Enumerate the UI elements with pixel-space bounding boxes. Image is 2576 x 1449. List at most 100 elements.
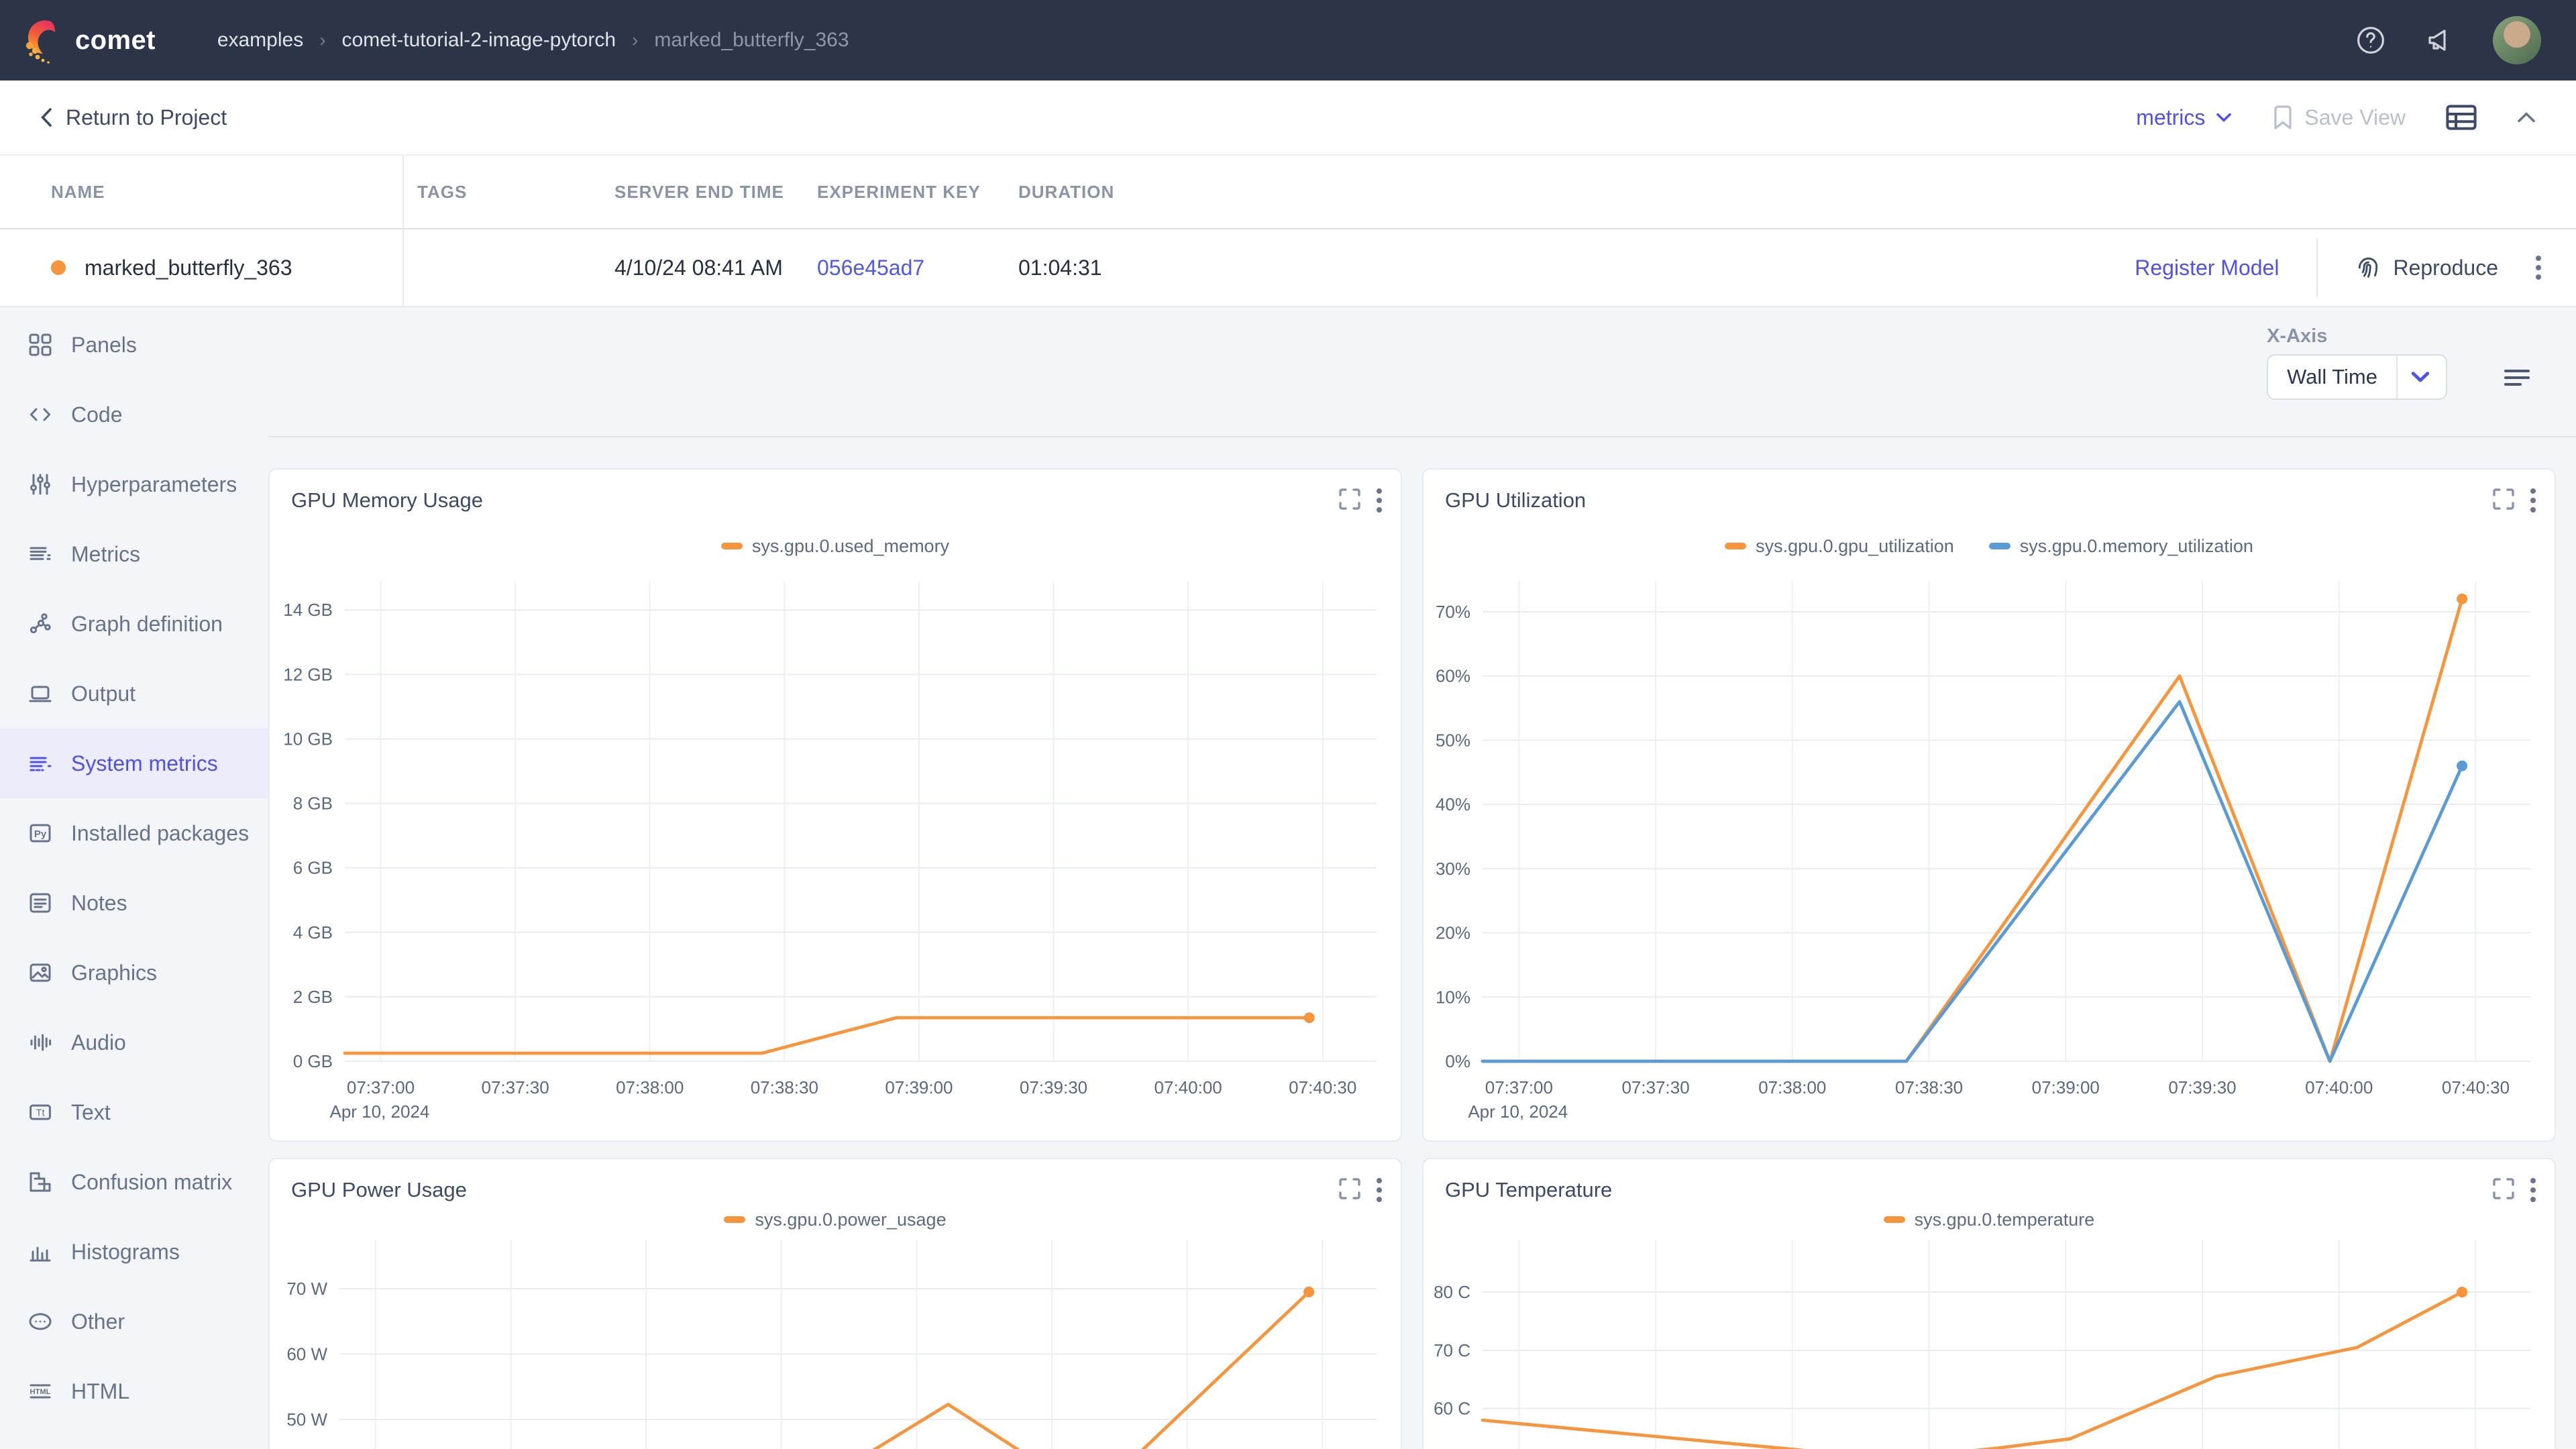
sidebar-item-output[interactable]: Output (0, 659, 268, 729)
collapse-panel-button[interactable] (2517, 111, 2536, 123)
svg-text:07:39:30: 07:39:30 (2168, 1077, 2236, 1097)
save-view-button[interactable]: Save View (2272, 105, 2406, 130)
table-row[interactable]: marked_butterfly_363 4/10/24 08:41 AM 05… (0, 229, 2576, 306)
sidebar-item-hyperparameters[interactable]: Hyperparameters (0, 449, 268, 519)
breadcrumb-item[interactable]: marked_butterfly_363 (654, 29, 849, 52)
sidebar-item-label: Graph definition (71, 612, 223, 637)
svg-text:8 GB: 8 GB (293, 794, 333, 814)
sidebar-item-text[interactable]: TtText (0, 1077, 268, 1147)
header-right (2353, 16, 2541, 64)
sidebar-item-panels[interactable]: Panels (0, 310, 268, 380)
comet-flame-icon (21, 16, 62, 64)
sidebar-item-other[interactable]: Other (0, 1287, 268, 1356)
chart-canvas[interactable]: 07:37:00Apr 10, 202407:37:3007:38:0007:3… (1424, 1240, 2555, 1449)
chart-title: GPU Utilization (1445, 488, 1586, 513)
code-icon (27, 401, 54, 428)
avatar[interactable] (2493, 16, 2541, 64)
chart-canvas[interactable]: 07:37:00Apr 10, 202407:37:3007:38:0007:3… (270, 581, 1401, 1142)
column-header-server-end-time[interactable]: SERVER END TIME (614, 182, 817, 203)
metrics-dropdown-value: metrics (2136, 105, 2205, 130)
svg-text:HTML: HTML (30, 1388, 50, 1396)
histograms-icon (27, 1238, 54, 1265)
sidebar-item-graph-definition[interactable]: Graph definition (0, 589, 268, 659)
svg-text:10%: 10% (1436, 987, 1470, 1007)
confusion-matrix-icon (27, 1169, 54, 1195)
svg-text:30%: 30% (1436, 859, 1470, 879)
experiment-name-cell: marked_butterfly_363 (0, 229, 404, 306)
dropdown-divider (2396, 356, 2398, 398)
sidebar-item-confusion-matrix[interactable]: Confusion matrix (0, 1147, 268, 1217)
comet-logo[interactable]: comet (21, 16, 156, 64)
reproduce-button[interactable]: Reproduce (2355, 255, 2498, 280)
table-layout-button[interactable] (2446, 105, 2477, 130)
other-icon (27, 1308, 54, 1335)
chart-kebab-menu-icon[interactable] (2530, 488, 2536, 515)
svg-text:07:38:00: 07:38:00 (1758, 1077, 1826, 1097)
chart-kebab-menu-icon[interactable] (1377, 488, 1382, 515)
expand-chart-icon[interactable] (1339, 488, 1360, 515)
sidebar-item-label: Histograms (71, 1240, 180, 1265)
legend-color-chip (1884, 1216, 1905, 1223)
expand-chart-icon[interactable] (1339, 1178, 1360, 1204)
chart-kebab-menu-icon[interactable] (2530, 1178, 2536, 1204)
svg-text:70 W: 70 W (286, 1279, 327, 1299)
expand-chart-icon[interactable] (2493, 1178, 2514, 1204)
audio-icon (27, 1029, 54, 1056)
legend-color-chip (1725, 543, 1746, 549)
sidebar-item-notes[interactable]: Notes (0, 868, 268, 938)
column-header-tags[interactable]: TAGS (404, 182, 614, 203)
bookmark-icon (2272, 105, 2294, 130)
duration-cell: 01:04:31 (1018, 256, 1208, 280)
sidebar-item-graphics[interactable]: Graphics (0, 938, 268, 1008)
chevron-down-icon (2411, 371, 2430, 383)
experiment-key-link[interactable]: 056e45ad7 (817, 256, 924, 280)
help-icon[interactable] (2353, 23, 2388, 58)
column-header-duration[interactable]: DURATION (1018, 182, 1208, 203)
actions-divider (2316, 238, 2318, 297)
sidebar-item-installed-packages[interactable]: PyInstalled packages (0, 798, 268, 868)
svg-text:07:39:00: 07:39:00 (885, 1077, 953, 1097)
announcements-icon[interactable] (2423, 23, 2458, 58)
xaxis-label: X-Axis (2267, 325, 2447, 347)
row-kebab-menu-icon[interactable] (2536, 256, 2541, 280)
xaxis-select[interactable]: Wall Time (2267, 354, 2447, 400)
breadcrumb-item[interactable]: examples (217, 29, 303, 52)
svg-text:50 W: 50 W (286, 1409, 327, 1430)
chart-card-gpu-utilization: GPU Utilization sys.gpu.0.gpu_utilizatio… (1422, 468, 2556, 1142)
sidebar-item-code[interactable]: Code (0, 380, 268, 449)
column-header-name[interactable]: NAME (0, 156, 404, 228)
chart-options-icon[interactable] (2504, 368, 2530, 392)
chart-canvas[interactable]: 07:37:00Apr 10, 202407:37:3007:38:0007:3… (1424, 581, 2555, 1142)
svg-text:Apr 10, 2024: Apr 10, 2024 (329, 1102, 429, 1122)
svg-text:07:40:30: 07:40:30 (2442, 1077, 2510, 1097)
legend-item[interactable]: sys.gpu.0.power_usage (724, 1208, 946, 1232)
sidebar-item-label: Metrics (71, 542, 140, 567)
column-header-experiment-key[interactable]: EXPERIMENT KEY (817, 182, 1018, 203)
chart-kebab-menu-icon[interactable] (1377, 1178, 1382, 1204)
sidebar-item-histograms[interactable]: Histograms (0, 1217, 268, 1287)
sidebar-item-label: HTML (71, 1379, 129, 1404)
legend-item[interactable]: sys.gpu.0.gpu_utilization (1725, 534, 1954, 558)
server-end-time-cell: 4/10/24 08:41 AM (614, 256, 817, 280)
breadcrumb-separator-icon: › (319, 30, 325, 51)
legend-color-chip (721, 543, 743, 549)
notes-icon (27, 890, 54, 916)
metrics-dropdown[interactable]: metrics (2136, 105, 2232, 130)
legend-item[interactable]: sys.gpu.0.memory_utilization (1989, 534, 2253, 558)
svg-text:10 GB: 10 GB (283, 729, 333, 749)
register-model-button[interactable]: Register Model (2135, 256, 2279, 280)
sidebar-item-audio[interactable]: Audio (0, 1008, 268, 1077)
legend-item[interactable]: sys.gpu.0.used_memory (721, 534, 949, 558)
svg-text:80 C: 80 C (1434, 1282, 1470, 1302)
sidebar-item-label: Code (71, 402, 123, 427)
chart-canvas[interactable]: 07:37:00Apr 10, 202407:37:3007:38:0007:3… (270, 1240, 1401, 1449)
sidebar-item-metrics[interactable]: Metrics (0, 519, 268, 589)
main-panel: X-Axis Wall Time GPU Memory Us (268, 307, 2576, 1449)
expand-chart-icon[interactable] (2493, 488, 2514, 515)
sidebar-item-system-metrics[interactable]: System metrics (0, 729, 268, 798)
legend-item[interactable]: sys.gpu.0.temperature (1884, 1208, 2095, 1232)
sidebar-item-html[interactable]: HTML HTML (0, 1356, 268, 1426)
breadcrumb-item[interactable]: comet-tutorial-2-image-pytorch (342, 29, 616, 52)
svg-text:70 C: 70 C (1434, 1340, 1470, 1360)
return-to-project-button[interactable]: Return to Project (40, 105, 227, 130)
